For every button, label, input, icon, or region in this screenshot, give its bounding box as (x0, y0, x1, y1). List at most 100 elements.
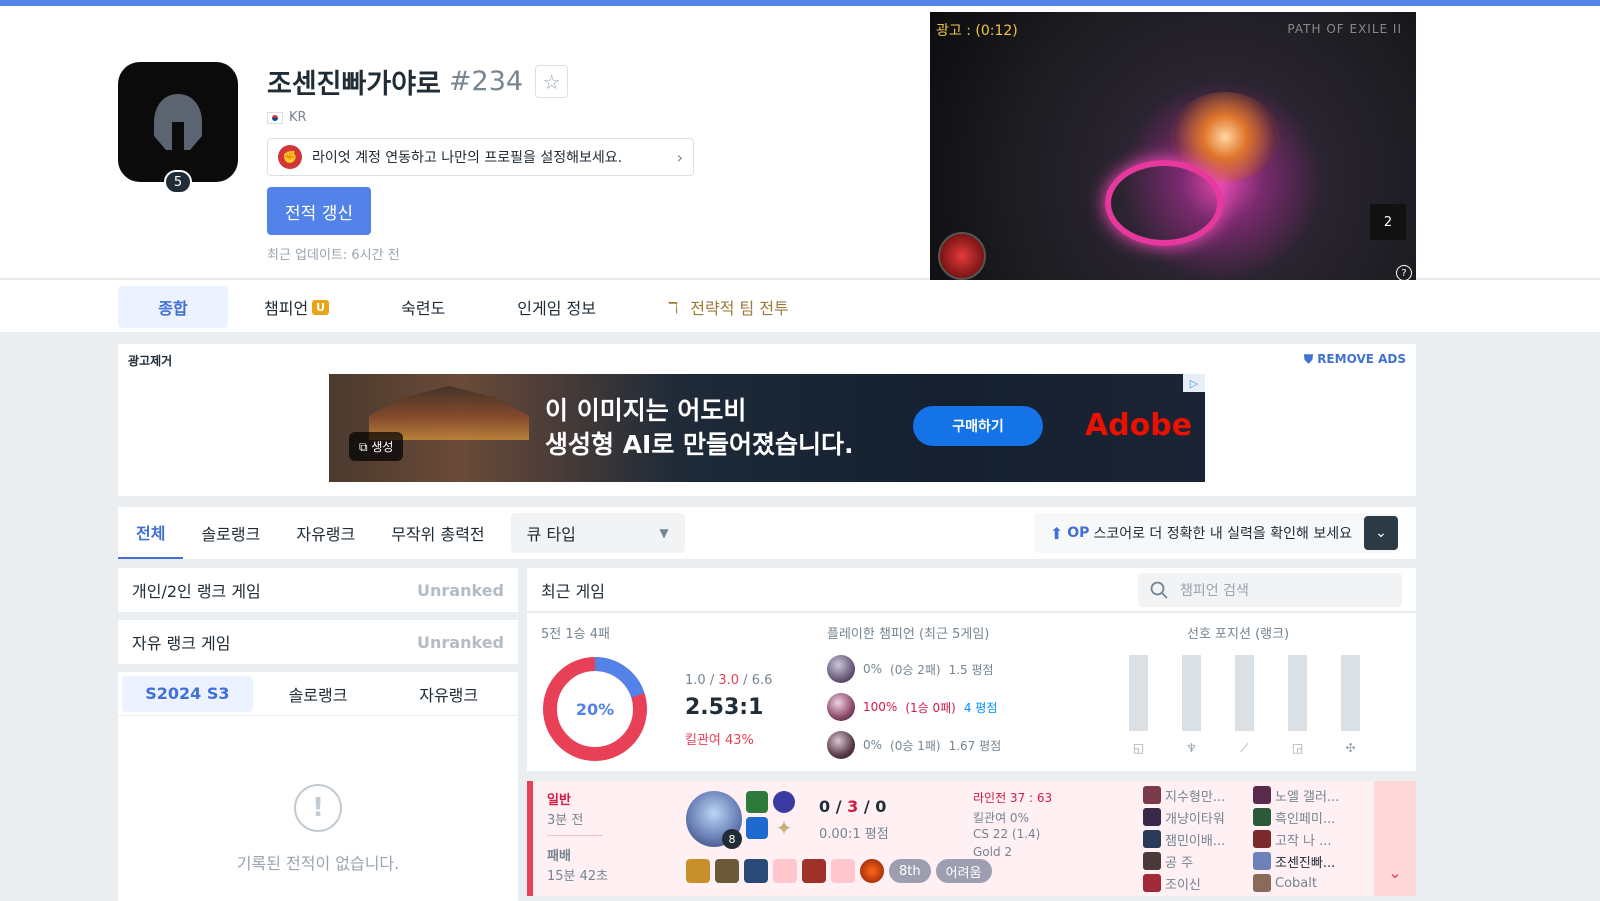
participant-icon (1253, 874, 1271, 892)
participant[interactable]: Cobalt (1253, 873, 1357, 893)
tab-mastery[interactable]: 숙련도 (365, 286, 481, 328)
ad-remove-label[interactable]: 광고제거 (128, 352, 172, 369)
expand-match-button[interactable]: ⌄ (1374, 781, 1416, 896)
chevron-down-icon[interactable]: ⌄ (1364, 516, 1398, 550)
secondary-rune-icon[interactable]: ✦ (773, 816, 795, 840)
filter-tab-flex[interactable]: 자유랭크 (278, 507, 373, 559)
champion-winrate: 100% (863, 700, 898, 714)
generate-badge: ⧉ 생성 (349, 432, 404, 461)
champion-winrate: 0% (863, 662, 883, 676)
summoner-spell-icon[interactable] (746, 791, 768, 813)
champion-row[interactable]: 100% (1승 0패) 4 평점 (827, 693, 997, 721)
participant[interactable]: 노엘 갤러... (1253, 785, 1357, 805)
participant-icon (1143, 874, 1161, 892)
riot-account-link[interactable]: ✊ 라이엇 계정 연동하고 나만의 프로필을 설정해보세요. › (267, 138, 694, 176)
participant-self[interactable]: 조센진빠... (1253, 851, 1357, 871)
adobe-banner[interactable]: ⧉ 생성 이 이미지는 어도비 생성형 AI로 만들어졌습니다. 구매하기 Ad… (329, 374, 1205, 482)
queue-filter-bar: 전체 솔로랭크 자유랭크 무작위 총력전 큐 타입 ▼ ⬆ OP 스코어로 더 … (118, 507, 1416, 559)
tab-tft[interactable]: ℸ 전략적 팀 전투 (632, 286, 825, 328)
recent-summary: 5전 1승 4패 20% 1.0 / 3.0 / 6.6 2.53:1 킬관여 … (527, 613, 1416, 771)
position-support: ✣ (1341, 655, 1360, 755)
tab-tft-label: 전략적 팀 전투 (690, 299, 789, 318)
participant[interactable]: 잼민이배... (1143, 829, 1247, 849)
participant-name: 조센진빠... (1275, 855, 1336, 871)
season-box: S2024 S3 솔로랭크 자유랭크 ! 기록된 전적이 없습니다. (118, 672, 518, 901)
ad-help-icon[interactable]: ? (1396, 265, 1412, 281)
position-bars: ◱ ♆ ⟋ ◲ ✣ (1129, 655, 1360, 755)
exclamation-icon: ! (294, 784, 342, 832)
avg-assists: 6.6 (751, 673, 773, 688)
placement-badge: 8th (889, 859, 931, 883)
tab-ingame[interactable]: 인게임 정보 (481, 286, 632, 328)
champion-kda: 1.67 평점 (948, 738, 1002, 753)
empty-state-text: 기록된 전적이 없습니다. (236, 854, 400, 873)
ad-container: 광고제거 ⛊ REMOVE ADS ⧉ 생성 이 이미지는 어도비 생성형 AI… (118, 344, 1416, 496)
participant-icon (1143, 786, 1161, 804)
participant[interactable]: 조이신 (1143, 873, 1247, 893)
op-score-banner[interactable]: ⬆ OP 스코어로 더 정확한 내 실력을 확인해 보세요 ⌄ (1033, 513, 1398, 553)
tab-champions-label: 챔피언 (264, 299, 309, 318)
position-jungle: ♆ (1182, 655, 1201, 755)
ad-count-badge: 2 (1370, 204, 1406, 240)
banner-headline: 이 이미지는 어도비 생성형 AI로 만들어졌습니다. (545, 394, 854, 462)
participant-name: 지수형만... (1165, 789, 1226, 805)
ward-icon[interactable] (860, 859, 884, 883)
helmet-icon (154, 94, 202, 150)
season-tab-solo[interactable]: 솔로랭크 (253, 676, 384, 712)
favorite-star-icon[interactable]: ☆ (535, 65, 569, 98)
filter-tab-all[interactable]: 전체 (118, 507, 184, 559)
support-icon: ✣ (1345, 741, 1356, 755)
update-badge: U (312, 299, 330, 315)
champion-kda: 1.5 평점 (948, 662, 994, 677)
participant-name: 노엘 갤러... (1275, 789, 1340, 805)
video-ad[interactable]: 광고 : (0:12) PATH OF EXILE II 2 ? (930, 12, 1416, 285)
participant-icon (1253, 786, 1271, 804)
adchoices-icon[interactable]: ▷ (1183, 374, 1205, 392)
participant[interactable]: 고작 나 ... (1253, 829, 1357, 849)
match-participants: 지수형만... 노엘 갤러... 개냥이타워 흑인페미... 잼민이배... 고… (1143, 785, 1357, 893)
banner-house-art (369, 386, 529, 440)
champion-row[interactable]: 0% (0승 1패) 1.67 평점 (827, 731, 1001, 759)
participant-icon (1143, 830, 1161, 848)
tab-overview[interactable]: 종합 (118, 286, 228, 328)
participant[interactable]: 지수형만... (1143, 785, 1247, 805)
season-tab-current[interactable]: S2024 S3 (122, 675, 253, 712)
participant[interactable]: 공 주 (1143, 851, 1247, 871)
participant-name: 공 주 (1165, 855, 1194, 871)
tab-champions[interactable]: 챔피언 U (228, 286, 365, 328)
participant[interactable]: 개냥이타워 (1143, 807, 1247, 827)
chevron-right-icon: › (676, 147, 683, 167)
position-bottom: ◲ (1288, 655, 1307, 755)
op-score-text: 스코어로 더 정확한 내 실력을 확인해 보세요 (1093, 526, 1352, 542)
solo-rank-card: 개인/2인 랭크 게임 Unranked (118, 568, 518, 612)
riot-link-text: 라이엇 계정 연동하고 나만의 프로필을 설정해보세요. (312, 150, 623, 166)
search-icon (1150, 581, 1168, 599)
item-icon[interactable] (744, 859, 768, 883)
season-tab-flex[interactable]: 자유랭크 (383, 676, 514, 712)
queue-type-select[interactable]: 큐 타입 ▼ (510, 513, 685, 553)
item-icon[interactable] (686, 859, 710, 883)
champion-search-input[interactable]: 챔피언 검색 (1138, 572, 1402, 607)
arrow-up-icon: ⬆ (1049, 523, 1064, 543)
participant[interactable]: 흑인페미... (1253, 807, 1357, 827)
participant-name: 개냥이타워 (1165, 811, 1225, 827)
item-icon[interactable] (802, 859, 826, 883)
item-icon[interactable] (715, 859, 739, 883)
match-duration: 15분 42초 (547, 869, 609, 884)
remove-ads-link[interactable]: ⛊ REMOVE ADS (1304, 352, 1406, 367)
filter-tab-aram[interactable]: 무작위 총력전 (373, 507, 502, 559)
participant-name: 조이신 (1165, 877, 1201, 893)
summoner-spell-icon[interactable] (746, 817, 768, 839)
position-bar (1182, 655, 1201, 731)
lane-score: 라인전 37 : 63 (973, 791, 1053, 805)
profile-icon (118, 62, 238, 182)
match-row[interactable]: 일반 3분 전 패배 15분 42초 8 ✦ 0 / 3 / 0 0.00:1 … (527, 781, 1416, 896)
buy-button[interactable]: 구매하기 (913, 406, 1043, 446)
champion-row[interactable]: 0% (0승 2패) 1.5 평점 (827, 655, 994, 683)
rune-icon[interactable] (773, 791, 795, 813)
match-kda-ratio: 0.00:1 평점 (819, 827, 889, 842)
generate-label: 생성 (371, 440, 394, 454)
filter-tab-solo[interactable]: 솔로랭크 (183, 507, 278, 559)
shield-icon: ⛊ (1303, 352, 1313, 366)
renew-button[interactable]: 전적 갱신 (267, 187, 371, 235)
